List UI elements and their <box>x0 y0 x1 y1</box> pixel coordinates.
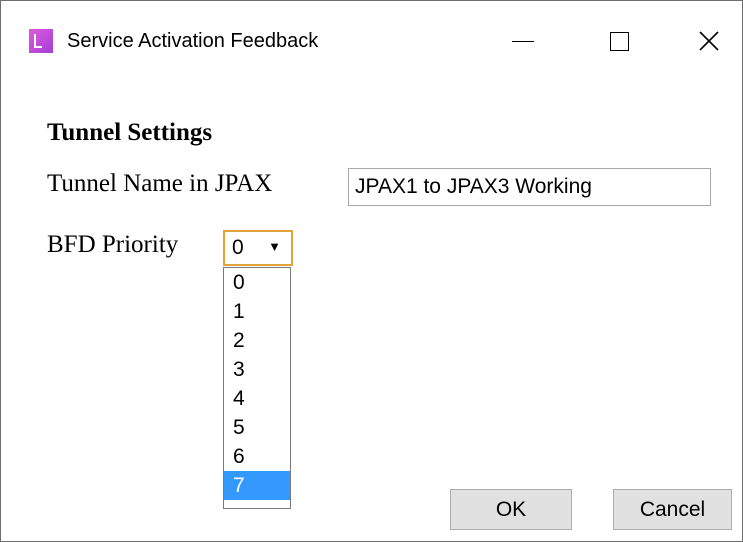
bfd-priority-select[interactable]: 0 ▼ <box>223 230 293 266</box>
window-title: Service Activation Feedback <box>67 30 319 52</box>
dropdown-option[interactable]: 2 <box>224 326 290 355</box>
chevron-down-icon: ▼ <box>268 239 281 254</box>
cancel-button[interactable]: Cancel <box>613 489 732 530</box>
dropdown-option[interactable]: 1 <box>224 297 290 326</box>
title-bar[interactable]: Service Activation Feedback <box>1 1 742 77</box>
close-button[interactable] <box>677 17 741 65</box>
dropdown-option[interactable]: 3 <box>224 355 290 384</box>
app-icon <box>29 29 53 53</box>
bfd-priority-value: 0 <box>232 236 244 259</box>
maximize-icon <box>609 31 629 51</box>
dropdown-option[interactable]: 6 <box>224 442 290 471</box>
ok-button[interactable]: OK <box>450 489 572 530</box>
dialog-content: Tunnel Settings Tunnel Name in JPAX JPAX… <box>1 77 742 541</box>
bfd-priority-dropdown-list[interactable]: 01234567 <box>223 267 291 509</box>
tunnel-name-input[interactable]: JPAX1 to JPAX3 Working <box>348 168 711 206</box>
dialog-window: Service Activation Feedback Tunnel Setti… <box>0 0 743 542</box>
minimize-icon <box>512 40 534 42</box>
tunnel-name-label: Tunnel Name in JPAX <box>47 170 273 197</box>
dropdown-option[interactable]: 4 <box>224 384 290 413</box>
dropdown-option[interactable]: 5 <box>224 413 290 442</box>
bfd-priority-label: BFD Priority <box>47 231 179 258</box>
dropdown-option[interactable]: 0 <box>224 268 290 297</box>
close-icon <box>699 31 719 51</box>
minimize-button[interactable] <box>491 17 555 65</box>
section-title: Tunnel Settings <box>47 119 213 146</box>
maximize-button[interactable] <box>587 17 651 65</box>
dropdown-option[interactable]: 7 <box>224 471 290 500</box>
